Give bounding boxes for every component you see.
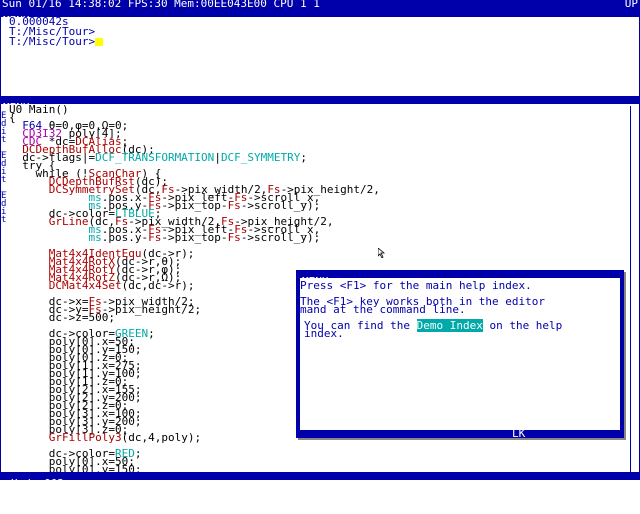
code-token: ms — [9, 231, 102, 244]
tour-titlebar[interactable]: MENU ut...TourPut... 3FD96C28 [X] — [300, 270, 620, 311]
code-token: ->scroll_y); — [240, 231, 321, 244]
code-token: dc->z=500; — [9, 311, 115, 324]
prompt-line-active[interactable]: T:/Misc/Tour> — [9, 35, 104, 48]
help-line-3b: index. — [304, 327, 344, 340]
code-token: DCF_SYMMETRY — [220, 151, 301, 164]
demo-index-link[interactable]: Demo Index — [416, 319, 483, 332]
tour-bottom-text: LK — [512, 427, 526, 440]
code-line[interactable]: dc->z=500; — [9, 311, 115, 324]
mouse-pointer-icon — [378, 248, 386, 258]
code-token: (dc,dc->r); — [121, 279, 195, 292]
window-title: ;.;.;;DocClear;;;:3FD9DE28 — [256, 22, 429, 35]
code-token: Fs — [148, 231, 162, 244]
code-token: ; — [134, 447, 142, 460]
command-window-titlebar[interactable]: MENU ;.;.;;DocClear;;;:3FD9DE28 [X] — [1, 9, 639, 42]
text-cursor — [95, 38, 104, 46]
code-token: Fs — [227, 231, 241, 244]
code-token: ->pix_top- — [161, 231, 228, 244]
close-button[interactable]: [X] — [598, 300, 618, 311]
help-line-2b: mand at the command line. — [300, 303, 466, 316]
help-line-1: Press <F1> for the main help index. — [300, 279, 532, 292]
editor-status-bar: Undo:002 More-TX Line:0001 Col:0001 — [1, 472, 640, 505]
close-button[interactable]: [X] — [615, 31, 635, 42]
code-line[interactable]: ms.pos.y-Fs->pix_top-Fs->scroll_y); — [9, 231, 321, 244]
code-token: ; — [148, 327, 155, 340]
code-line[interactable]: U0 Main() — [9, 103, 69, 116]
up-indicator: UP — [624, 0, 638, 10]
code-line[interactable]: DCMat4x4Set(dc,dc->r); — [9, 279, 195, 292]
editor-titlebar[interactable]: MENU s/3DPoly.HC.Z [X] — [1, 96, 640, 129]
code-line[interactable]: GrFillPoly3(dc,4,poly); — [9, 431, 202, 444]
system-status-text: Sun 01/16 14:38:02 FPS:30 Mem:00EE043E00… — [2, 0, 320, 10]
code-token: Fs — [227, 199, 241, 212]
system-status-bar: Sun 01/16 14:38:02 FPS:30 Mem:00EE043E00… — [0, 0, 640, 10]
code-token: ->pix_height/2; — [101, 303, 202, 316]
code-token: U0 Main() — [9, 103, 69, 116]
undo-count: Undo:002 — [11, 477, 64, 490]
code-token: .pos.y- — [101, 231, 149, 244]
code-token: | — [214, 151, 221, 164]
code-token: GrFillPoly3 — [9, 431, 122, 444]
code-token: DCF_TRANSFORMATION — [95, 151, 215, 164]
help-text: on the help — [482, 319, 563, 332]
code-token: (dc,4,poly); — [121, 431, 202, 444]
vertical-scrollbar[interactable] — [630, 106, 639, 474]
prompt-text: T:/Misc/Tour> — [9, 35, 96, 48]
cursor-position: Line:0001 Col:0001 — [481, 493, 601, 506]
editor-side-tab[interactable]: Edit_Edit_Edit — [1, 111, 9, 225]
code-token: ->scroll_y); — [240, 199, 321, 212]
more-indicator: More-TX — [386, 485, 433, 498]
code-token: DCMat4x4Set — [9, 279, 122, 292]
tour-window: MENU ut...TourPut... 3FD96C28 [X] Press … — [296, 270, 624, 440]
code-token: ; — [300, 151, 308, 164]
tour-bottom-bar: LK — [300, 427, 620, 440]
side-tab-letters: Edit_Edit_Edit — [1, 111, 7, 225]
code-token: ->pix_top- — [161, 199, 228, 212]
command-window: MENU ;.;.;;DocClear;;;:3FD9DE28 [X] 0.00… — [0, 8, 640, 100]
